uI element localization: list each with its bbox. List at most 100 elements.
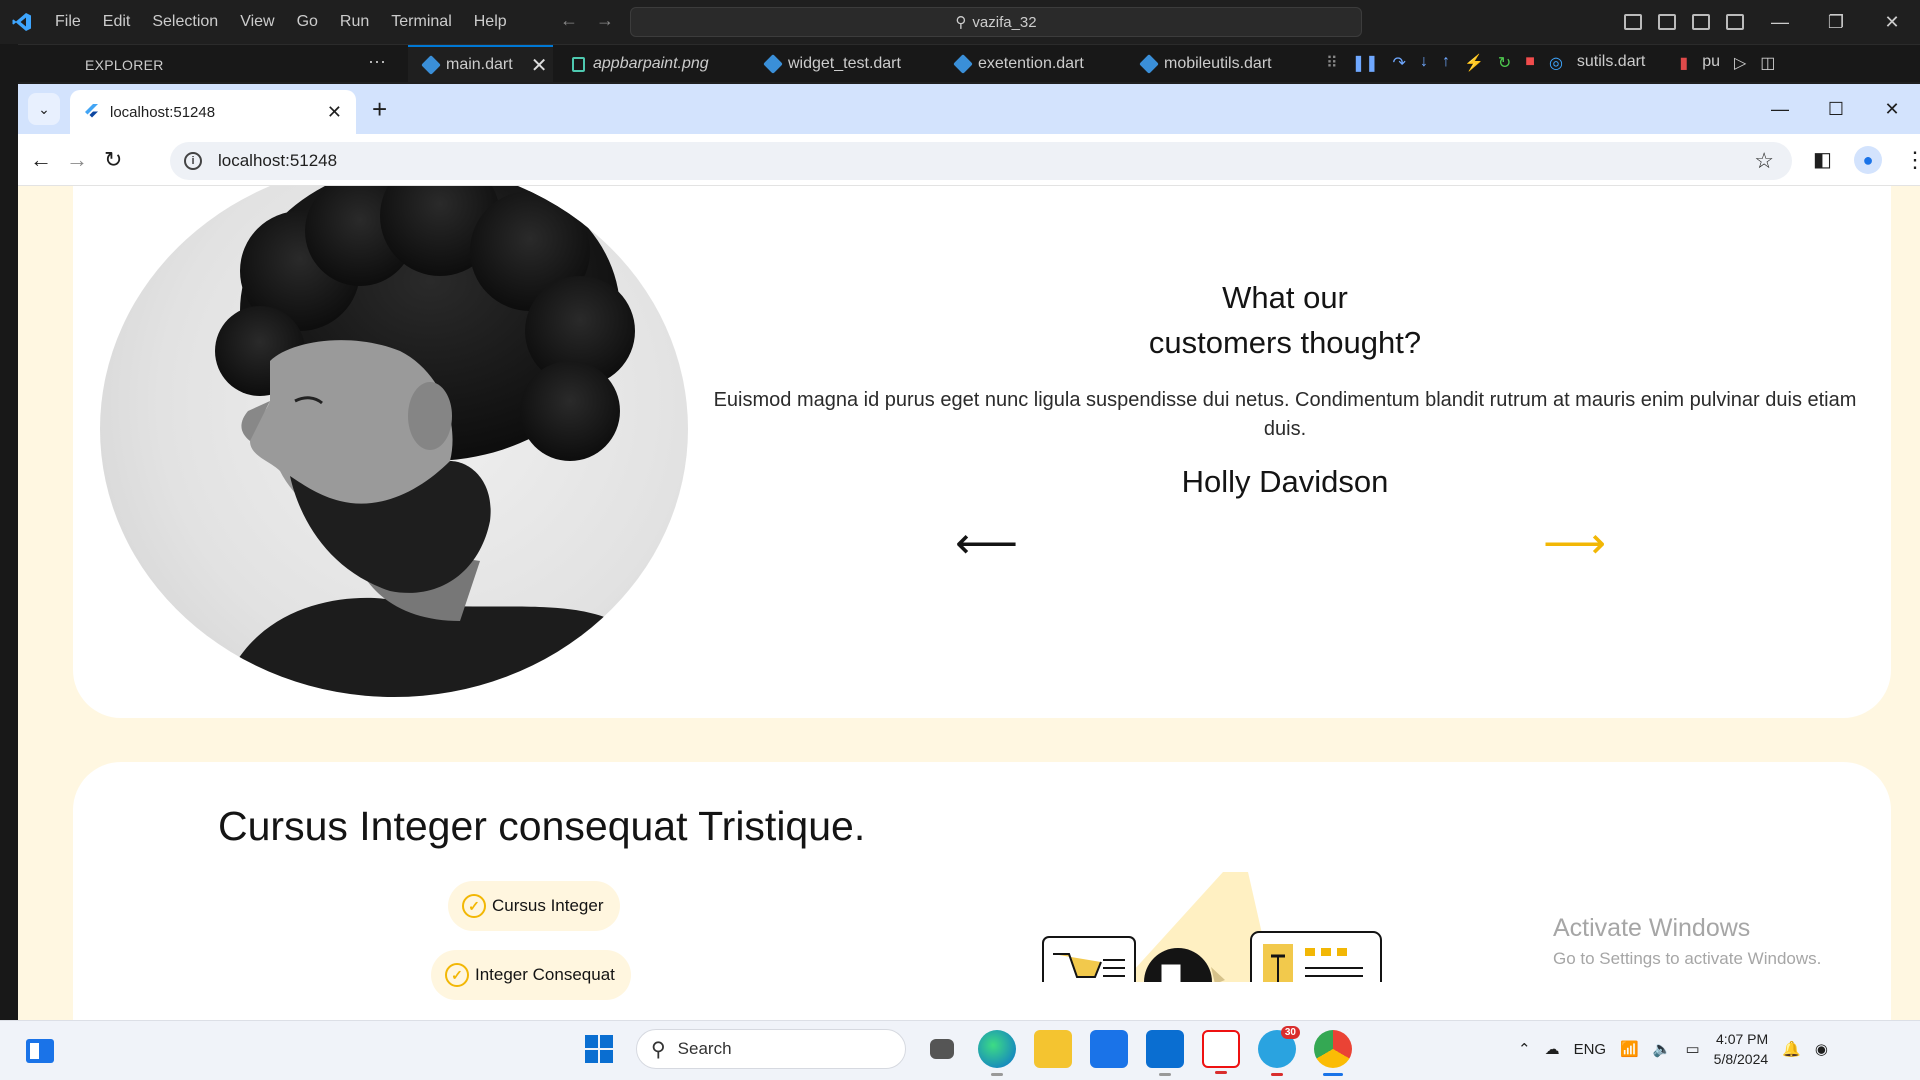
onedrive-icon[interactable]: ☁ — [1545, 1040, 1560, 1058]
vscode-activity-bar — [0, 44, 18, 1034]
menu-run[interactable]: Run — [329, 0, 380, 44]
customize-layout-icon[interactable] — [1726, 14, 1744, 30]
step-out-icon[interactable]: ↑ — [1442, 53, 1450, 73]
forward-icon[interactable]: → — [66, 146, 88, 174]
run-icon[interactable]: ▷ — [1734, 53, 1746, 73]
menu-selection[interactable]: Selection — [141, 0, 229, 44]
task-view-icon[interactable] — [930, 1039, 954, 1059]
tab-label[interactable]: sutils.dart — [1577, 53, 1645, 73]
features-title: Cursus Integer consequat Tristique. — [218, 803, 866, 849]
browser-tab[interactable]: localhost:51248 ✕ — [70, 90, 356, 134]
close-icon[interactable]: ✕ — [1864, 12, 1920, 33]
step-into-icon[interactable]: ↓ — [1420, 53, 1428, 73]
address-bar[interactable]: i localhost:51248 ☆ — [170, 142, 1792, 180]
volume-icon[interactable]: 🔈 — [1653, 1040, 1672, 1058]
tab-widget-test-dart[interactable]: widget_test.dart — [750, 45, 935, 83]
profile-avatar-icon[interactable]: ● — [1854, 146, 1882, 174]
prev-arrow-icon[interactable]: ⟵ — [955, 522, 1018, 566]
menu-terminal[interactable]: Terminal — [380, 0, 462, 44]
menu-go[interactable]: Go — [286, 0, 329, 44]
feature-pill: ✓ Integer Consequat — [431, 950, 631, 1000]
bookmark-star-icon[interactable]: ☆ — [1754, 148, 1774, 174]
microsoft-store-icon[interactable] — [1090, 1030, 1128, 1068]
menu-kebab-icon[interactable]: ⋮ — [1904, 146, 1920, 174]
search-icon: ⚲ — [955, 14, 967, 31]
tab-mobileutils-dart[interactable]: mobileutils.dart — [1126, 45, 1316, 83]
tab-search-button[interactable]: ⌄ — [28, 93, 60, 125]
tab-exetention-dart[interactable]: exetention.dart — [940, 45, 1120, 83]
battery-icon[interactable]: ▭ — [1685, 1040, 1699, 1058]
side-panel-icon[interactable]: ◧ — [1813, 146, 1832, 174]
devtools-icon[interactable]: ◎ — [1549, 53, 1563, 73]
copilot-icon[interactable]: ◉ — [1815, 1040, 1828, 1058]
telegram-icon[interactable]: 30 — [1258, 1026, 1300, 1076]
vscode-taskbar-icon[interactable] — [1146, 1030, 1184, 1076]
system-tray: ⌃ ☁ ENG 📶 🔈 ▭ 4:07 PM 5/8/2024 🔔 ◉ — [1518, 1029, 1828, 1069]
site-info-icon[interactable]: i — [184, 152, 202, 170]
restart-icon[interactable]: ↻ — [1498, 53, 1511, 73]
flutter-icon — [85, 104, 98, 118]
features-card: Cursus Integer consequat Tristique. ✓ Cu… — [73, 762, 1891, 1020]
explorer-label: EXPLORER — [85, 57, 164, 73]
drag-handle-icon[interactable]: ⠿ — [1326, 53, 1338, 73]
dart-file-icon — [421, 55, 441, 75]
file-explorer-icon[interactable] — [1034, 1030, 1072, 1068]
workspace-name: vazifa_32 — [972, 13, 1037, 31]
windows-taskbar: ⚲ Search 30 ⌃ ☁ ENG 📶 🔈 ▭ 4:07 PM 5/8/20… — [0, 1020, 1920, 1080]
feature-pill: ✓ Cursus Integer — [448, 881, 620, 931]
clock[interactable]: 4:07 PM 5/8/2024 — [1714, 1029, 1769, 1069]
maximize-icon[interactable]: ☐ — [1808, 99, 1864, 120]
new-tab-button[interactable]: + — [372, 94, 387, 125]
image-file-icon — [572, 56, 585, 72]
step-over-icon[interactable]: ↷ — [1393, 53, 1406, 73]
tab-main-dart[interactable]: main.dart ✕ — [408, 45, 553, 83]
wifi-icon[interactable]: 📶 — [1620, 1040, 1639, 1058]
pause-icon[interactable]: ❚❚ — [1352, 53, 1379, 73]
vscode-history-nav: ← → — [560, 10, 614, 31]
tab-label[interactable]: pu — [1702, 53, 1720, 73]
back-icon[interactable]: ← — [30, 146, 52, 174]
feature-label: Cursus Integer — [492, 896, 604, 915]
toggle-panel-icon[interactable] — [1658, 14, 1676, 30]
features-illustration — [1042, 872, 1382, 982]
menu-file[interactable]: File — [44, 0, 92, 44]
toggle-sidebar-icon[interactable] — [1624, 14, 1642, 30]
language-indicator[interactable]: ENG — [1574, 1041, 1607, 1058]
restore-icon[interactable]: ❐ — [1808, 12, 1864, 33]
close-tab-icon[interactable]: ✕ — [327, 102, 342, 123]
chrome-taskbar-icon[interactable] — [1314, 1030, 1352, 1076]
close-icon[interactable]: ✕ — [1864, 99, 1920, 120]
split-editor-icon[interactable]: ◫ — [1760, 53, 1775, 73]
activate-windows-watermark: Activate Windows Go to Settings to activ… — [1553, 914, 1821, 969]
windows-start-icon[interactable] — [580, 1030, 618, 1068]
menu-help[interactable]: Help — [463, 0, 518, 44]
search-label: Search — [677, 1039, 732, 1058]
close-tab-icon[interactable]: ✕ — [531, 53, 548, 78]
back-arrow-icon[interactable]: ← — [560, 10, 578, 31]
chrome-window: ⌄ localhost:51248 ✕ + — ☐ ✕ ← → ↻ i loca… — [18, 84, 1920, 1020]
tab-label: widget_test.dart — [788, 55, 901, 72]
edge-browser-icon[interactable] — [978, 1030, 1016, 1076]
minimize-icon[interactable]: — — [1752, 12, 1808, 33]
pdf-file-icon: ▮ — [1679, 55, 1689, 72]
notification-bell-icon[interactable]: 🔔 — [1782, 1040, 1801, 1058]
chevron-up-icon[interactable]: ⌃ — [1518, 1040, 1531, 1058]
more-actions-icon[interactable]: ··· — [368, 51, 386, 72]
menu-view[interactable]: View — [229, 0, 285, 44]
minimize-icon[interactable]: — — [1752, 99, 1808, 120]
tab-label: appbarpaint.png — [593, 55, 709, 72]
tab-appbarpaint-png[interactable]: appbarpaint.png — [556, 45, 746, 83]
toggle-secondary-sidebar-icon[interactable] — [1692, 14, 1710, 30]
hot-reload-icon[interactable]: ⚡ — [1464, 53, 1484, 73]
widgets-icon[interactable] — [24, 1035, 56, 1067]
taskbar-search[interactable]: ⚲ Search — [636, 1029, 906, 1069]
stop-icon[interactable]: ■ — [1525, 53, 1535, 73]
testimonial-title: What our customers thought? — [705, 275, 1865, 365]
menu-edit[interactable]: Edit — [92, 0, 142, 44]
tab-label: main.dart — [446, 56, 513, 73]
command-center-search[interactable]: ⚲ vazifa_32 — [630, 7, 1362, 37]
forward-arrow-icon[interactable]: → — [596, 10, 614, 31]
next-arrow-icon[interactable]: ⟶ — [1543, 522, 1606, 566]
yandex-browser-icon[interactable] — [1202, 1030, 1240, 1074]
reload-icon[interactable]: ↻ — [104, 146, 122, 174]
